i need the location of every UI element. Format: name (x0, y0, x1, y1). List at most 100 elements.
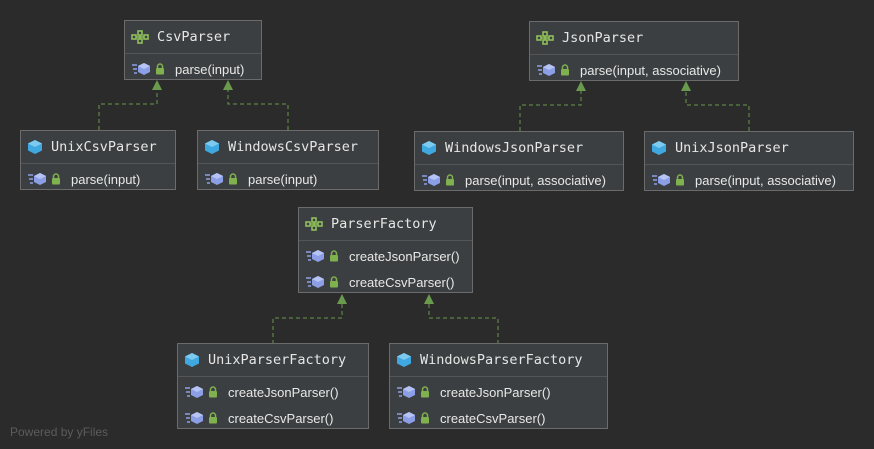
lock-icon (208, 386, 218, 398)
node-title: UnixJsonParser (675, 140, 789, 156)
node-title: WindowsCsvParser (228, 139, 359, 155)
edge-windowsjson-json (519, 89, 582, 131)
class-icon (396, 352, 412, 368)
node-title: JsonParser (562, 30, 644, 46)
class-icon (421, 140, 437, 156)
class-icon (651, 140, 667, 156)
class-icon (184, 352, 200, 368)
method-row[interactable]: parse(input, associative) (645, 167, 853, 193)
method-label: createCsvParser() (440, 410, 546, 426)
node-title: UnixParserFactory (208, 352, 347, 368)
node-members: parse(input) (21, 164, 175, 192)
node-unix-csv-parser[interactable]: UnixCsvParser parse(input) (20, 130, 176, 190)
node-header: CsvParser (125, 21, 261, 54)
method-row[interactable]: parse(input, associative) (530, 57, 738, 83)
method-icon (396, 385, 416, 399)
node-members: parse(input, associative) (415, 165, 623, 193)
node-header: WindowsJsonParser (415, 132, 623, 165)
node-members: parse(input, associative) (530, 55, 738, 83)
edge-windowsfactory-factory (428, 302, 499, 344)
method-row[interactable]: createCsvParser() (299, 269, 472, 295)
node-title: WindowsParserFactory (420, 352, 583, 368)
watermark: Powered by yFiles (10, 425, 109, 439)
lock-icon (329, 276, 339, 288)
class-icon (204, 139, 220, 155)
node-members: parse(input, associative) (645, 165, 853, 193)
node-windows-csv-parser[interactable]: WindowsCsvParser parse(input) (197, 130, 379, 190)
lock-icon (420, 386, 430, 398)
node-unix-json-parser[interactable]: UnixJsonParser parse(input, associative) (644, 131, 854, 191)
method-label: createCsvParser() (349, 274, 455, 290)
edge-windowscsv-csv (227, 88, 289, 130)
method-label: parse(input) (175, 61, 245, 77)
method-icon (536, 63, 556, 77)
node-unix-parser-factory[interactable]: UnixParserFactory createJsonParser() creat… (177, 343, 369, 429)
edge-unixjson-json (685, 89, 750, 131)
node-header: UnixCsvParser (21, 131, 175, 164)
method-row[interactable]: createCsvParser() (390, 405, 607, 431)
lock-icon (675, 174, 685, 186)
interface-icon (305, 217, 323, 231)
method-icon (131, 62, 151, 76)
method-row[interactable]: parse(input) (198, 166, 378, 192)
node-members: createJsonParser() createCsvParser() (178, 377, 368, 431)
method-row[interactable]: parse(input) (21, 166, 175, 192)
node-members: parse(input) (125, 54, 261, 82)
node-members: createJsonParser() createCsvParser() (390, 377, 607, 431)
lock-icon (420, 412, 430, 424)
node-csv-parser[interactable]: CsvParser parse(input) (124, 20, 262, 80)
node-windows-parser-factory[interactable]: WindowsParserFactory createJsonParser() cr… (389, 343, 608, 429)
method-row[interactable]: createJsonParser() (390, 379, 607, 405)
method-icon (204, 172, 224, 186)
node-header: UnixJsonParser (645, 132, 853, 165)
method-label: parse(input) (71, 171, 141, 187)
method-icon (27, 172, 47, 186)
method-icon (184, 385, 204, 399)
lock-icon (208, 412, 218, 424)
lock-icon (228, 173, 238, 185)
method-row[interactable]: createCsvParser() (178, 405, 368, 431)
method-icon (305, 249, 325, 263)
method-row[interactable]: parse(input, associative) (415, 167, 623, 193)
method-icon (184, 411, 204, 425)
node-json-parser[interactable]: JsonParser parse(input, associative) (529, 21, 739, 81)
node-title: UnixCsvParser (51, 139, 157, 155)
method-icon (651, 173, 671, 187)
method-label: createJsonParser() (440, 384, 551, 400)
method-label: parse(input, associative) (695, 172, 836, 188)
node-members: createJsonParser() createCsvParser() (299, 241, 472, 295)
method-label: createJsonParser() (228, 384, 339, 400)
lock-icon (329, 250, 339, 262)
method-row[interactable]: createJsonParser() (299, 243, 472, 269)
method-icon (396, 411, 416, 425)
interface-icon (536, 31, 554, 45)
method-label: createJsonParser() (349, 248, 460, 264)
node-header: WindowsParserFactory (390, 344, 607, 377)
class-icon (27, 139, 43, 155)
node-windows-json-parser[interactable]: WindowsJsonParser parse(input, associativ… (414, 131, 624, 191)
edge-unixfactory-factory (272, 302, 343, 344)
method-label: parse(input, associative) (580, 62, 721, 78)
method-icon (421, 173, 441, 187)
node-header: JsonParser (530, 22, 738, 55)
arrowhead (424, 294, 434, 304)
lock-icon (51, 173, 61, 185)
lock-icon (155, 63, 165, 75)
method-row[interactable]: parse(input) (125, 56, 261, 82)
method-label: createCsvParser() (228, 410, 334, 426)
method-label: parse(input, associative) (465, 172, 606, 188)
method-label: parse(input) (248, 171, 318, 187)
interface-icon (131, 30, 149, 44)
lock-icon (560, 64, 570, 76)
lock-icon (445, 174, 455, 186)
node-parser-factory[interactable]: ParserFactory createJsonParser() createCsv… (298, 207, 473, 293)
method-row[interactable]: createJsonParser() (178, 379, 368, 405)
edge-unixcsv-csv (98, 88, 158, 130)
arrowhead (337, 294, 347, 304)
node-header: WindowsCsvParser (198, 131, 378, 164)
method-icon (305, 275, 325, 289)
node-title: ParserFactory (331, 216, 437, 232)
node-title: CsvParser (157, 29, 231, 45)
node-members: parse(input) (198, 164, 378, 192)
node-header: UnixParserFactory (178, 344, 368, 377)
